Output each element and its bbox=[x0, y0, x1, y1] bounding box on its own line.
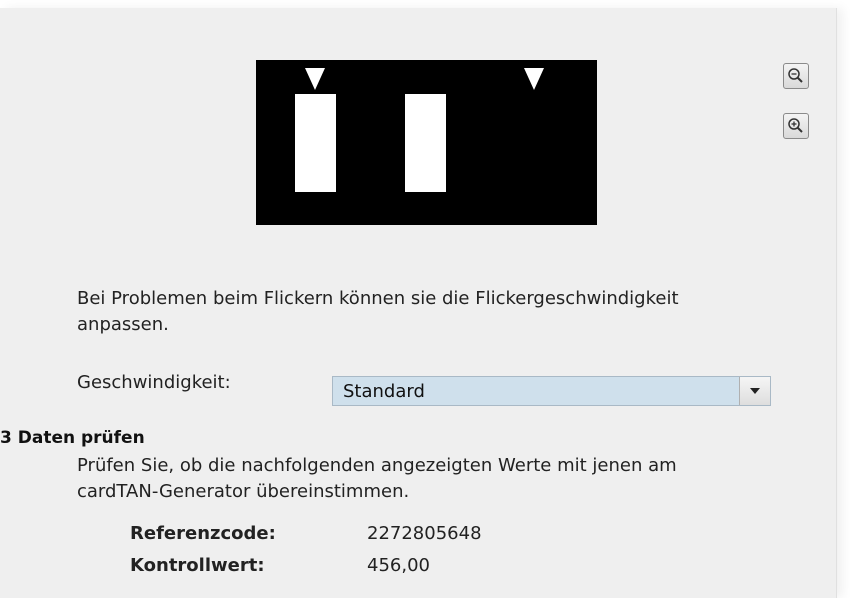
reference-code-value: 2272805648 bbox=[367, 523, 482, 544]
step3-heading: 3 Daten prüfen bbox=[0, 428, 145, 448]
flicker-info-line1: Bei Problemen beim Flickern können sie d… bbox=[77, 288, 679, 309]
flicker-bar bbox=[295, 94, 336, 192]
step3-info-line2: cardTAN-Generator übereinstimmen. bbox=[77, 481, 410, 502]
step3-info-line1: Prüfen Sie, ob die nachfolgenden angezei… bbox=[77, 455, 677, 476]
flicker-info-line2: anpassen. bbox=[77, 314, 169, 335]
tan-panel: Bei Problemen beim Flickern können sie d… bbox=[0, 8, 837, 598]
flicker-marker-left bbox=[305, 68, 325, 90]
zoom-in-button[interactable] bbox=[783, 113, 809, 139]
control-value-value: 456,00 bbox=[367, 555, 430, 576]
zoom-out-button[interactable] bbox=[783, 63, 809, 89]
chevron-down-icon[interactable] bbox=[739, 377, 770, 405]
flicker-code bbox=[256, 60, 597, 225]
speed-select-value: Standard bbox=[343, 381, 425, 402]
speed-label: Geschwindigkeit: bbox=[77, 372, 231, 393]
speed-select[interactable]: Standard bbox=[332, 376, 771, 406]
reference-code-label: Referenzcode: bbox=[130, 523, 276, 544]
flicker-marker-right bbox=[524, 68, 544, 90]
control-value-label: Kontrollwert: bbox=[130, 555, 265, 576]
flicker-bar bbox=[405, 94, 446, 192]
